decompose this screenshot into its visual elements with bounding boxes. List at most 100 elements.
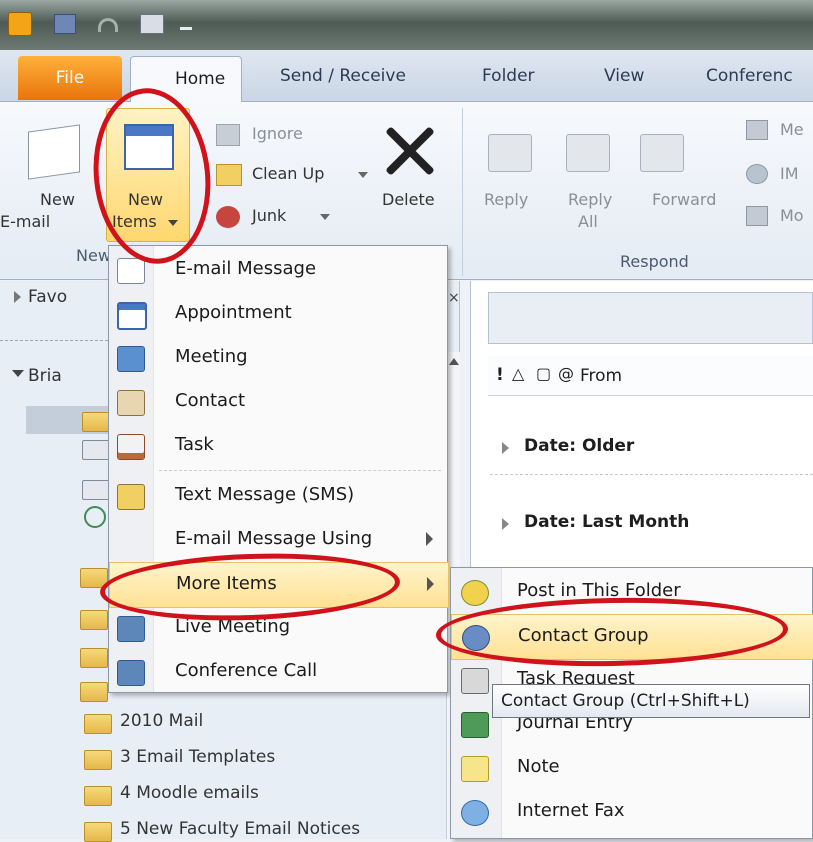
new-items-label-line2: Items xyxy=(112,212,157,231)
menu-item-more-items[interactable]: More Items xyxy=(109,562,449,608)
new-email-icon[interactable] xyxy=(28,124,80,180)
reminder-column-icon[interactable]: △ xyxy=(512,364,524,383)
undo-icon[interactable] xyxy=(98,18,118,32)
submenu-arrow-icon xyxy=(427,577,434,591)
menu-item-email-using[interactable]: E-mail Message Using xyxy=(109,518,447,562)
new-email-button-line1[interactable]: New xyxy=(40,190,75,210)
folder-icon xyxy=(84,822,112,842)
menu-item-text-message[interactable]: Text Message (SMS) xyxy=(109,474,447,518)
ignore-icon[interactable] xyxy=(216,124,240,146)
meeting-reply-icon[interactable] xyxy=(746,120,768,140)
submenu-item-note[interactable]: Note xyxy=(451,746,812,790)
appointment-icon xyxy=(117,302,147,330)
forward-button[interactable]: Forward xyxy=(652,190,716,210)
meeting-icon xyxy=(117,346,145,372)
journal-entry-icon xyxy=(461,712,489,738)
menu-item-conference-call[interactable]: Conference Call xyxy=(109,650,447,694)
menu-item-appointment[interactable]: Appointment xyxy=(109,292,447,336)
folder-email-templates[interactable]: 3 Email Templates xyxy=(120,747,275,767)
menu-item-live-meeting[interactable]: Live Meeting xyxy=(109,606,447,650)
chevron-down-icon xyxy=(168,220,178,226)
favorites-header[interactable]: Favo xyxy=(28,287,67,307)
im-button[interactable]: IM xyxy=(780,164,799,184)
expand-group-icon[interactable] xyxy=(502,518,509,530)
delete-button[interactable]: Delete xyxy=(382,190,435,210)
mail-search-bar[interactable] xyxy=(488,292,813,344)
ribbon-group-divider xyxy=(462,108,463,276)
customize-quick-access-icon[interactable] xyxy=(180,18,192,30)
attachment-column-icon[interactable]: @ xyxy=(558,364,574,383)
submenu-item-contact-group[interactable]: Contact Group xyxy=(451,614,813,660)
reply-icon[interactable] xyxy=(488,134,532,172)
expand-triangle-icon[interactable] xyxy=(14,291,21,303)
more-respond-icon[interactable] xyxy=(746,206,768,226)
folder-2010-mail[interactable]: 2010 Mail xyxy=(120,711,203,731)
scroll-up-icon[interactable] xyxy=(449,358,459,365)
folder-icon xyxy=(80,648,108,668)
delete-icon[interactable] xyxy=(380,120,440,180)
reply-all-button-line1[interactable]: Reply xyxy=(568,190,612,210)
folder-icon xyxy=(80,610,108,630)
menu-item-contact[interactable]: Contact xyxy=(109,380,447,424)
clean-up-icon[interactable] xyxy=(216,164,242,186)
from-column-header[interactable]: From xyxy=(580,366,622,386)
menu-item-email-message[interactable]: E-mail Message xyxy=(109,248,447,292)
more-respond-button[interactable]: Mo xyxy=(780,206,804,226)
new-items-icon xyxy=(124,124,174,170)
email-message-icon xyxy=(117,258,145,284)
importance-column-icon[interactable]: ! xyxy=(496,365,504,385)
deleted-items-icon xyxy=(84,506,106,528)
group-date-last-month[interactable]: Date: Last Month xyxy=(524,512,689,532)
reply-all-button-line2[interactable]: All xyxy=(578,212,598,232)
folder-icon xyxy=(84,750,112,770)
folder-new-faculty[interactable]: 5 New Faculty Email Notices xyxy=(120,819,360,839)
account-header[interactable]: Bria xyxy=(28,366,62,386)
group-divider xyxy=(490,474,813,475)
folder-icon xyxy=(84,714,112,734)
internet-fax-icon xyxy=(461,800,489,826)
tab-send-receive[interactable]: Send / Receive xyxy=(280,66,406,86)
note-icon xyxy=(461,756,489,782)
task-icon xyxy=(117,434,145,460)
junk-button[interactable]: Junk xyxy=(252,206,286,226)
folder-icon xyxy=(84,786,112,806)
tab-file[interactable]: File xyxy=(18,56,122,100)
chevron-down-icon xyxy=(320,214,330,220)
icon-column-icon[interactable]: ▢ xyxy=(536,364,551,383)
folder-moodle-emails[interactable]: 4 Moodle emails xyxy=(120,783,259,803)
menu-item-meeting[interactable]: Meeting xyxy=(109,336,447,380)
reply-all-icon[interactable] xyxy=(566,134,610,172)
junk-icon[interactable] xyxy=(216,206,240,228)
live-meeting-icon xyxy=(117,616,145,642)
group-date-older[interactable]: Date: Older xyxy=(524,436,634,456)
clean-up-button[interactable]: Clean Up xyxy=(252,164,324,184)
tab-home[interactable]: Home xyxy=(130,56,242,103)
print-icon[interactable] xyxy=(140,14,164,34)
new-email-button-line2[interactable]: E-mail xyxy=(0,212,50,232)
tab-view[interactable]: View xyxy=(604,66,644,86)
forward-icon[interactable] xyxy=(640,134,684,172)
drafts-icon xyxy=(82,440,110,460)
meeting-reply-button[interactable]: Me xyxy=(780,120,804,140)
post-icon xyxy=(461,580,489,606)
submenu-item-internet-fax[interactable]: Internet Fax xyxy=(451,790,812,834)
tab-conference[interactable]: Conferenc xyxy=(706,66,793,86)
folder-icon xyxy=(80,682,108,702)
expand-group-icon[interactable] xyxy=(502,442,509,454)
new-items-menu: E-mail Message Appointment Meeting Conta… xyxy=(108,245,449,694)
tab-folder[interactable]: Folder xyxy=(482,66,535,86)
outlook-icon[interactable] xyxy=(8,12,32,36)
outbox-icon xyxy=(82,480,110,500)
favorites-divider xyxy=(0,340,108,341)
collapse-triangle-icon[interactable] xyxy=(12,370,24,377)
contact-icon xyxy=(117,390,145,416)
save-icon[interactable] xyxy=(54,14,76,34)
chevron-down-icon xyxy=(358,172,368,178)
submenu-item-post[interactable]: Post in This Folder xyxy=(451,570,812,614)
menu-item-task[interactable]: Task xyxy=(109,424,447,468)
ignore-button[interactable]: Ignore xyxy=(252,124,303,144)
reply-button[interactable]: Reply xyxy=(484,190,528,210)
menu-separator xyxy=(159,470,441,471)
close-pane-icon[interactable]: × xyxy=(448,290,460,306)
im-icon[interactable] xyxy=(746,164,768,184)
